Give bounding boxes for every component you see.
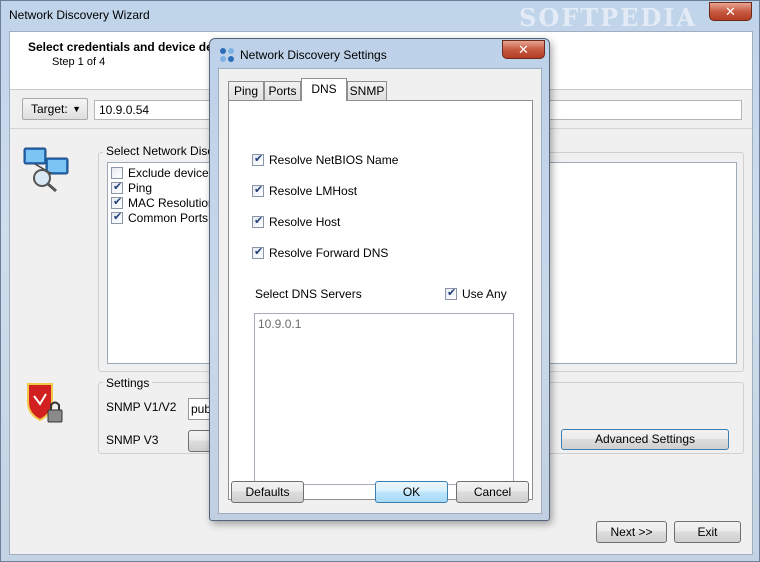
tab-ping[interactable]: Ping [228, 81, 264, 100]
dialog-close-button[interactable]: ✕ [502, 40, 545, 59]
checkbox[interactable] [252, 214, 264, 228]
advanced-settings-button[interactable]: Advanced Settings [561, 429, 729, 450]
settings-group-label: Settings [103, 376, 153, 390]
tab-ports[interactable]: Ports [264, 81, 301, 100]
checkbox[interactable] [111, 195, 123, 209]
dns-servers-list[interactable]: 10.9.0.1 [254, 313, 514, 485]
checkbox[interactable] [111, 167, 123, 179]
snmp-v3-label: SNMP V3 [106, 433, 159, 447]
checkbox[interactable] [252, 245, 264, 259]
settings-dialog: Network Discovery Settings ✕ Ping Ports … [209, 38, 550, 521]
use-any-checkbox[interactable]: Use Any [445, 286, 507, 302]
list-item[interactable]: Exclude devices i [111, 166, 221, 181]
resolve-netbios-checkbox[interactable]: Resolve NetBIOS Name [252, 152, 398, 168]
target-label: Target: [31, 102, 68, 116]
list-item[interactable]: Ping [111, 180, 152, 196]
list-item[interactable]: MAC Resolution [111, 195, 215, 211]
wizard-close-button[interactable]: ✕ [709, 2, 752, 21]
checkbox[interactable] [111, 180, 123, 194]
wizard-step: Step 1 of 4 [52, 56, 106, 68]
dns-tab-panel: Resolve NetBIOS Name Resolve LMHost Reso… [228, 100, 533, 500]
tab-snmp[interactable]: SNMP [347, 81, 387, 100]
watermark: SOFTPEDIA [519, 3, 698, 32]
dialog-title: Network Discovery Settings [240, 48, 387, 62]
wizard-title: Network Discovery Wizard [9, 8, 150, 22]
dns-servers-label: Select DNS Servers [255, 287, 362, 301]
resolve-lmhost-checkbox[interactable]: Resolve LMHost [252, 183, 357, 199]
target-dropdown[interactable]: Target: ▼ [22, 98, 88, 120]
checkbox[interactable] [252, 183, 264, 197]
list-item[interactable]: 10.9.0.1 [258, 317, 301, 331]
ok-button[interactable]: OK [375, 481, 448, 503]
resolve-host-checkbox[interactable]: Resolve Host [252, 214, 340, 230]
exit-button[interactable]: Exit [674, 521, 741, 543]
list-item[interactable]: Common Ports [111, 210, 208, 226]
resolve-forward-dns-checkbox[interactable]: Resolve Forward DNS [252, 245, 388, 261]
next-button[interactable]: Next >> [596, 521, 667, 543]
app-icon [220, 48, 234, 62]
checkbox[interactable] [252, 152, 264, 166]
checkbox[interactable] [111, 210, 123, 224]
network-discovery-icon [23, 147, 69, 192]
dialog-client: Ping Ports DNS SNMP Resolve NetBIOS Name… [218, 68, 542, 514]
snmp-v1-label: SNMP V1/V2 [106, 400, 177, 414]
chevron-down-icon: ▼ [72, 104, 81, 114]
checkbox[interactable] [445, 286, 457, 300]
tab-dns[interactable]: DNS [301, 78, 347, 101]
cancel-button[interactable]: Cancel [456, 481, 529, 503]
wizard-header-title: Select credentials and device de [28, 40, 213, 54]
defaults-button[interactable]: Defaults [231, 481, 304, 503]
security-shield-icon [27, 383, 63, 423]
